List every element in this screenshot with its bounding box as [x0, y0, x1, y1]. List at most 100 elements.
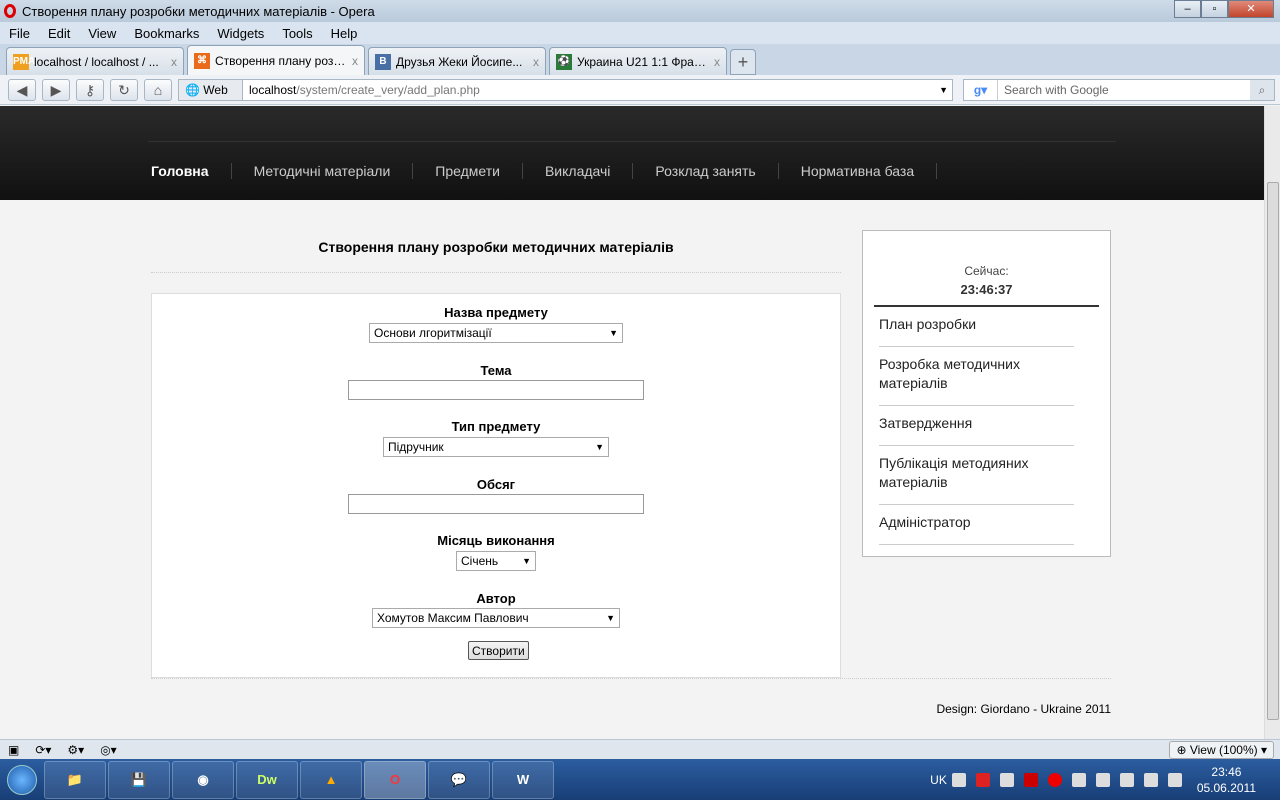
- volume-input[interactable]: [348, 494, 644, 514]
- phpmyadmin-icon: PMA: [13, 53, 35, 70]
- tab[interactable]: B Друзья Жеки Йосипе... x: [368, 47, 546, 75]
- word-icon[interactable]: W: [492, 760, 554, 799]
- tray-app-icon[interactable]: [975, 772, 990, 787]
- home-icon[interactable]: ⌂: [144, 78, 172, 101]
- footer-credit: Design: Giordano - Ukraine 2011: [936, 702, 1111, 716]
- opera-tray-icon[interactable]: [1047, 772, 1062, 787]
- battery-icon[interactable]: [1119, 772, 1134, 787]
- address-bar[interactable]: 🌐 Web localhost/system/create_very/add_p…: [178, 78, 953, 101]
- clock[interactable]: 23:46 05.06.2011: [1197, 764, 1256, 796]
- save-icon[interactable]: 💾: [108, 760, 170, 799]
- status-bar: ▣ ⟳▾ ⚙▾ ◎▾ ⊕ View (100%) ▾: [0, 739, 1280, 759]
- vertical-scrollbar[interactable]: [1264, 106, 1280, 739]
- nav-home[interactable]: Головна: [151, 163, 232, 179]
- nav-materials[interactable]: Методичні матеріали: [232, 163, 414, 179]
- sync-icon[interactable]: ⟳▾: [35, 743, 51, 757]
- chevron-down-icon: ▼: [609, 328, 618, 338]
- subject-select[interactable]: Основи лгоритмізації ▼: [369, 323, 623, 343]
- tab[interactable]: ⚽ Украина U21 1:1 Фран... x: [549, 47, 727, 75]
- sidebar-item-development[interactable]: Розробка методичних матеріалів: [879, 347, 1074, 406]
- author-select[interactable]: Хомутов Максим Павлович ▼: [372, 608, 620, 628]
- create-button[interactable]: Створити: [468, 641, 529, 660]
- menu-file[interactable]: File: [0, 26, 39, 41]
- nav-subjects[interactable]: Предмети: [413, 163, 523, 179]
- search-input[interactable]: Search with Google: [998, 83, 1250, 97]
- action-center-flag-icon[interactable]: [1095, 772, 1110, 787]
- google-icon[interactable]: g▾: [964, 79, 998, 100]
- search-icon[interactable]: ⌕: [1250, 79, 1274, 100]
- close-tab-icon[interactable]: x: [352, 54, 358, 68]
- reload-icon[interactable]: ↻: [110, 78, 138, 101]
- type-select[interactable]: Підручник ▼: [383, 437, 609, 457]
- tab-label: Украина U21 1:1 Фран...: [577, 54, 708, 69]
- close-tab-icon[interactable]: x: [171, 55, 177, 69]
- topic-input[interactable]: [348, 380, 644, 400]
- usb-icon[interactable]: [999, 772, 1014, 787]
- adobe-icon[interactable]: [1023, 772, 1038, 787]
- start-button[interactable]: [0, 760, 44, 800]
- topic-label: Тема: [480, 363, 512, 378]
- dropdown-icon[interactable]: ▼: [935, 85, 952, 95]
- dreamweaver-icon[interactable]: Dw: [236, 760, 298, 799]
- taskbar: 📁 💾 ◉ Dw ▲ O 💬 W UK 23:46 05.06.2011: [0, 759, 1280, 800]
- month-label: Місяць виконання: [437, 533, 555, 548]
- explorer-icon[interactable]: 📁: [44, 760, 106, 799]
- panel-toggle-icon[interactable]: ▣: [8, 743, 19, 757]
- nav-teachers[interactable]: Викладачі: [523, 163, 634, 179]
- nav-regulations[interactable]: Нормативна база: [779, 163, 938, 179]
- zoom-control[interactable]: ⊕ View (100%) ▾: [1169, 740, 1274, 759]
- tab-active[interactable]: ⌘ Створення плану розр... x: [187, 45, 365, 75]
- sidebar-item-admin[interactable]: Адміністратор: [879, 505, 1074, 545]
- menu-bookmarks[interactable]: Bookmarks: [125, 26, 208, 41]
- chevron-down-icon: ▼: [606, 613, 615, 623]
- tab[interactable]: PMA localhost / localhost / ... x: [6, 47, 184, 75]
- url-host: localhost: [249, 82, 297, 97]
- turbo-icon[interactable]: ◎▾: [100, 743, 117, 757]
- minimize-button[interactable]: –: [1174, 0, 1201, 18]
- opera-icon: [4, 4, 16, 18]
- sidebar-item-plan[interactable]: План розробки: [879, 307, 1074, 347]
- new-tab-button[interactable]: +: [730, 49, 756, 75]
- aimp-icon[interactable]: ▲: [300, 760, 362, 799]
- subject-value: Основи лгоритмізації: [374, 326, 492, 340]
- current-time: 23:46:37: [960, 282, 1013, 297]
- volume-label: Обсяг: [476, 477, 516, 492]
- page-viewport: Головна Методичні матеріали Предмети Вик…: [0, 106, 1264, 739]
- key-icon[interactable]: ⚷: [76, 78, 104, 101]
- opera-icon[interactable]: O: [364, 760, 426, 799]
- windows-update-icon[interactable]: [1071, 772, 1086, 787]
- nav-schedule[interactable]: Розклад занять: [633, 163, 779, 179]
- navigation-bar: ◀ ▶ ⚷ ↻ ⌂ 🌐 Web localhost/system/create_…: [0, 75, 1280, 105]
- unite-icon[interactable]: ⚙▾: [67, 743, 84, 757]
- site-nav: Головна Методичні матеріали Предмети Вик…: [151, 163, 938, 179]
- search-box[interactable]: g▾ Search with Google ⌕: [963, 78, 1275, 101]
- sidebar-item-publication[interactable]: Публікація методияних матеріалів: [879, 446, 1074, 505]
- address-mode: Web: [203, 82, 228, 97]
- pidgin-icon[interactable]: 💬: [428, 760, 490, 799]
- menu-help[interactable]: Help: [322, 26, 367, 41]
- maximize-button[interactable]: ▫: [1201, 0, 1228, 18]
- menu-edit[interactable]: Edit: [39, 26, 79, 41]
- url-path: /system/create_very/add_plan.php: [296, 82, 480, 97]
- keyboard-icon[interactable]: [951, 772, 966, 787]
- signal-icon[interactable]: [1143, 772, 1158, 787]
- tab-label: Створення плану розр...: [215, 53, 346, 68]
- close-tab-icon[interactable]: x: [714, 55, 720, 69]
- chevron-down-icon: ▼: [522, 556, 531, 566]
- menu-bar: File Edit View Bookmarks Widgets Tools H…: [0, 22, 1280, 44]
- back-icon[interactable]: ◀: [8, 78, 36, 101]
- menu-view[interactable]: View: [79, 26, 125, 41]
- chrome-icon[interactable]: ◉: [172, 760, 234, 799]
- volume-icon[interactable]: [1167, 772, 1182, 787]
- page-title: Створення плану розробки методичних мате…: [318, 239, 674, 255]
- sidebar-item-approval[interactable]: Затвердження: [879, 406, 1074, 446]
- menu-tools[interactable]: Tools: [273, 26, 321, 41]
- month-select[interactable]: Січень ▼: [456, 551, 536, 571]
- close-tab-icon[interactable]: x: [533, 55, 539, 69]
- zoom-label: View (100%): [1189, 742, 1258, 757]
- forward-icon[interactable]: ▶: [42, 78, 70, 101]
- close-button[interactable]: ✕: [1228, 0, 1274, 18]
- menu-widgets[interactable]: Widgets: [208, 26, 273, 41]
- globe-icon: 🌐: [185, 82, 204, 97]
- language-indicator[interactable]: UK: [930, 773, 947, 787]
